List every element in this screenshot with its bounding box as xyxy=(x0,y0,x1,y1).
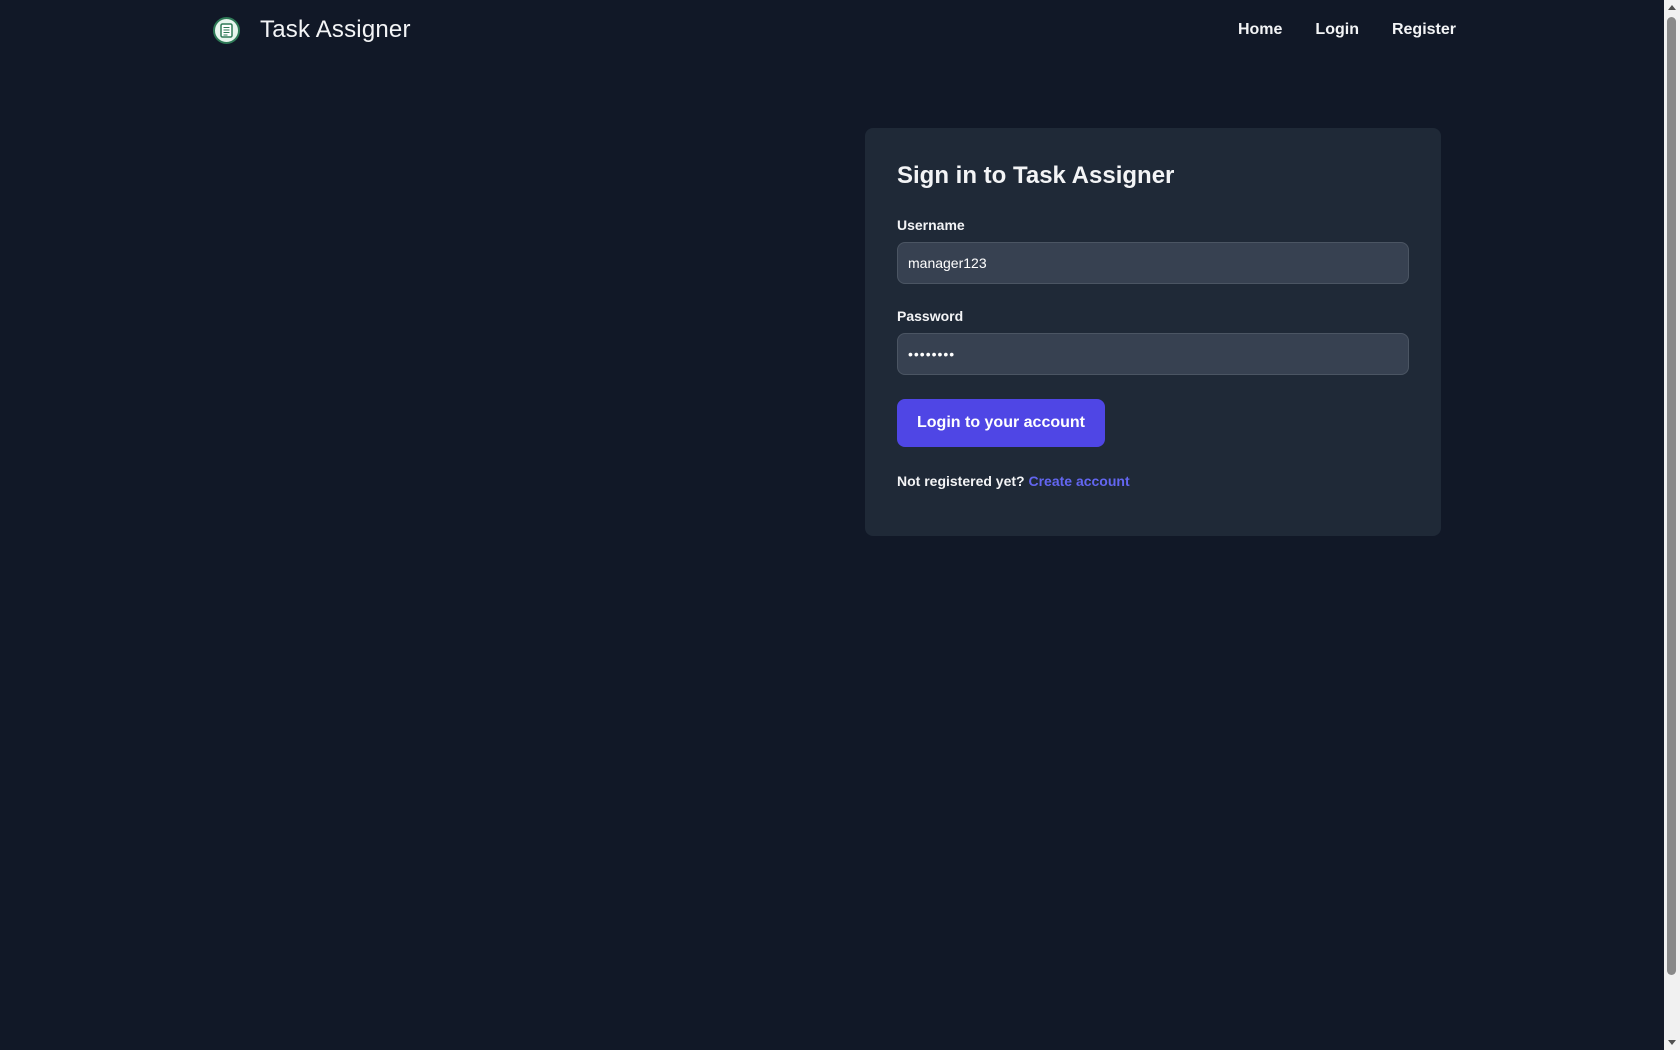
vertical-scrollbar[interactable] xyxy=(1664,0,1680,1050)
username-label: Username xyxy=(897,217,965,233)
scroll-down-arrow-icon[interactable] xyxy=(1668,1040,1676,1045)
register-prompt-text: Not registered yet? xyxy=(897,473,1025,489)
nav-login-link[interactable]: Login xyxy=(1315,21,1359,39)
login-title: Sign in to Task Assigner xyxy=(897,162,1175,189)
password-label: Password xyxy=(897,308,964,324)
nav-home-link[interactable]: Home xyxy=(1238,21,1282,39)
login-page: Task Assigner Home Login Register Sign i… xyxy=(0,0,1680,1050)
nav-links: Home Login Register xyxy=(1238,21,1456,39)
create-account-link[interactable]: Create account xyxy=(1028,473,1129,489)
brand-name: Task Assigner xyxy=(260,16,411,43)
top-navbar: Task Assigner Home Login Register xyxy=(0,0,1664,66)
scroll-up-arrow-icon[interactable] xyxy=(1668,5,1676,10)
login-submit-button[interactable]: Login to your account xyxy=(897,399,1105,447)
username-field-group: Username xyxy=(897,217,1409,284)
login-card: Sign in to Task Assigner Username Passwo… xyxy=(865,128,1441,536)
password-field-group: Password xyxy=(897,308,1409,375)
password-input[interactable] xyxy=(897,333,1409,375)
username-input[interactable] xyxy=(897,242,1409,284)
scrollbar-thumb[interactable] xyxy=(1667,17,1676,975)
nav-register-link[interactable]: Register xyxy=(1392,21,1456,39)
brand-link[interactable]: Task Assigner xyxy=(213,16,411,44)
register-prompt-line: Not registered yet? Create account xyxy=(897,473,1409,489)
notepad-logo-icon xyxy=(213,16,240,44)
